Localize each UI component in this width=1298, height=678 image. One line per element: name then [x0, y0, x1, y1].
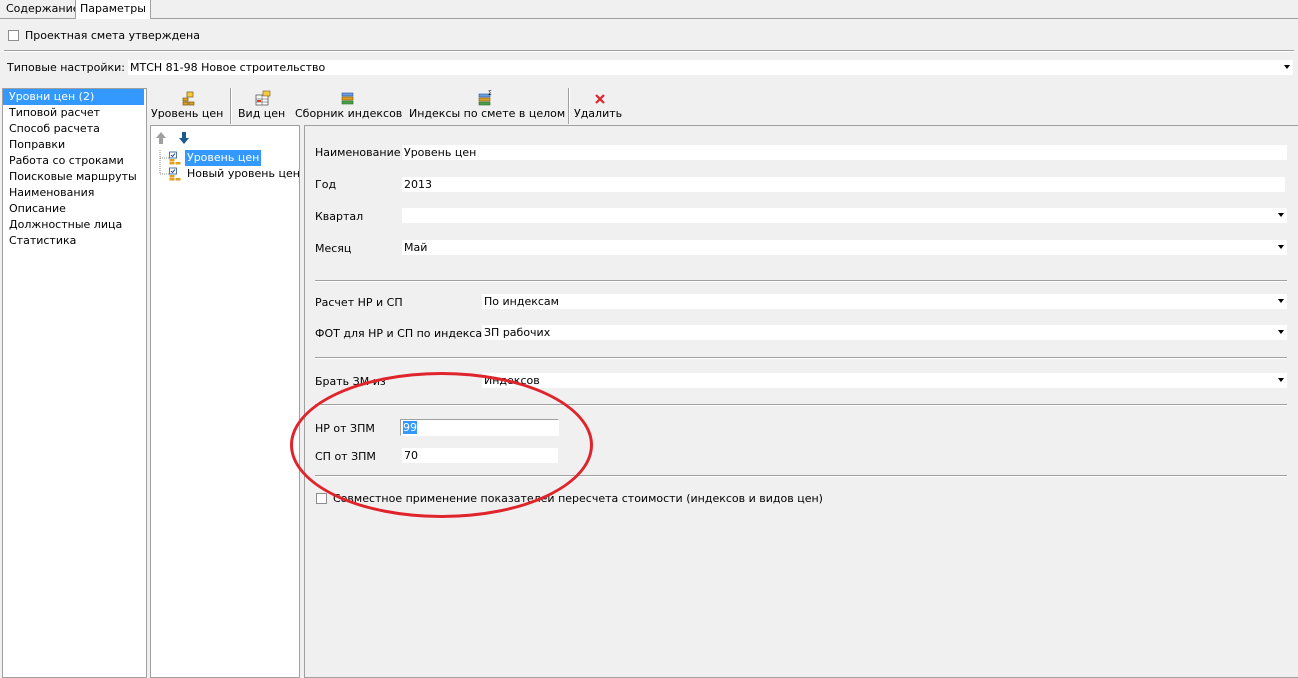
separator: [4, 50, 1294, 52]
take-zm-combo[interactable]: Индексов: [482, 373, 1287, 388]
combined-row: Совместное применение показателей пересч…: [316, 492, 823, 505]
nav-item-price-levels[interactable]: Уровни цен (2): [3, 89, 144, 105]
index-collection-icon: [341, 92, 354, 105]
price-level-node-icon: [169, 151, 181, 165]
nav-item-typical-calc[interactable]: Типовой расчет: [3, 105, 146, 121]
nr-sp-calc-combo[interactable]: По индексам: [482, 294, 1287, 309]
index-collection-label: Сборник индексов: [295, 107, 403, 120]
month-value: Май: [404, 241, 428, 254]
nav-item-calc-method[interactable]: Способ расчета: [3, 121, 146, 137]
separator: [315, 404, 1287, 406]
nav-item-description[interactable]: Описание: [3, 201, 146, 217]
fot-label: ФОТ для НР и СП по индексам: [315, 327, 491, 340]
nr-zpm-value: 99: [403, 421, 417, 434]
nav-item-corrections[interactable]: Поправки: [3, 137, 146, 153]
nav-item-statistics[interactable]: Статистика: [3, 233, 146, 249]
month-label: Месяц: [315, 242, 352, 255]
typical-settings-value: МТСН 81-98 Новое строительство: [130, 61, 326, 74]
fot-combo[interactable]: ЗП рабочих: [482, 325, 1287, 340]
quarter-combo[interactable]: [402, 208, 1287, 223]
tree-node-price-level[interactable]: Уровень цен: [169, 150, 262, 166]
index-collection-button[interactable]: Сборник индексов: [295, 88, 403, 124]
nr-sp-calc-value: По индексам: [484, 295, 559, 308]
settings-nav: Уровни цен (2) Типовой расчет Способ рас…: [2, 88, 147, 678]
move-up-icon[interactable]: [155, 131, 167, 145]
sp-zpm-label: СП от ЗПМ: [315, 450, 376, 463]
price-level-node-icon: [169, 167, 181, 181]
approved-checkbox[interactable]: [8, 30, 19, 41]
combined-checkbox[interactable]: [316, 493, 327, 504]
tab-parameters[interactable]: Параметры: [75, 0, 151, 19]
chevron-down-icon: [1278, 330, 1284, 334]
fot-value: ЗП рабочих: [484, 326, 551, 339]
nav-item-officials[interactable]: Должностные лица: [3, 217, 146, 233]
typical-settings-label: Типовые настройки:: [7, 61, 125, 74]
approved-label: Проектная смета утверждена: [25, 29, 200, 42]
nav-item-rows[interactable]: Работа со строками: [3, 153, 146, 169]
approved-row: Проектная смета утверждена: [8, 29, 200, 42]
price-level-label: Уровень цен: [151, 107, 224, 120]
typical-settings-combo[interactable]: МТСН 81-98 Новое строительство: [128, 60, 1293, 75]
estimate-indexes-icon: Σ: [478, 90, 492, 106]
name-label: Наименование: [315, 146, 401, 159]
svg-text:Σ: Σ: [488, 90, 492, 97]
combined-label: Совместное применение показателей пересч…: [333, 492, 823, 505]
estimate-indexes-button[interactable]: Σ Индексы по смете в целом: [409, 88, 566, 124]
year-label: Год: [315, 178, 337, 191]
chevron-down-icon: [1278, 378, 1284, 382]
nr-zpm-input[interactable]: 99: [400, 419, 559, 436]
price-type-button[interactable]: Вид цен: [238, 88, 288, 124]
move-down-icon[interactable]: [178, 131, 190, 145]
delete-button[interactable]: Удалить: [574, 88, 626, 124]
nav-item-search-routes[interactable]: Поисковые маршруты: [3, 169, 146, 185]
month-combo[interactable]: Май: [402, 240, 1287, 255]
delete-icon: [595, 94, 605, 104]
chevron-down-icon: [1278, 299, 1284, 303]
take-zm-value: Индексов: [484, 374, 540, 387]
separator: [315, 357, 1287, 359]
price-level-button[interactable]: Уровень цен: [151, 88, 227, 124]
quarter-label: Квартал: [315, 210, 364, 223]
nr-sp-calc-label: Расчет НР и СП: [315, 296, 403, 309]
price-level-icon: [182, 91, 195, 106]
take-zm-label: Брать ЗМ из: [315, 375, 386, 388]
price-type-label: Вид цен: [238, 107, 286, 120]
nav-item-names[interactable]: Наименования: [3, 185, 146, 201]
year-input[interactable]: 2013: [402, 177, 1285, 192]
delete-label: Удалить: [574, 107, 623, 120]
chevron-down-icon: [1278, 245, 1284, 249]
chevron-down-icon: [1284, 65, 1290, 69]
tree-node-label: Уровень цен: [185, 150, 262, 166]
nr-zpm-label: НР от ЗПМ: [315, 422, 375, 435]
toolbar-separator: [568, 88, 570, 124]
toolbar-separator: [230, 88, 232, 124]
chevron-down-icon: [1278, 213, 1284, 217]
tab-bar: Содержание Параметры: [0, 0, 1298, 19]
price-type-icon: [255, 90, 271, 106]
separator: [315, 475, 1287, 477]
separator: [315, 280, 1287, 282]
tree-node-label: Новый уровень цен: [187, 167, 300, 180]
tree-node-new-price-level[interactable]: Новый уровень цен: [169, 166, 302, 182]
name-input[interactable]: Уровень цен: [402, 145, 1287, 160]
tab-contents[interactable]: Содержание: [2, 0, 84, 17]
sp-zpm-input[interactable]: 70: [402, 448, 558, 463]
price-level-tree: Уровень цен Новый уровень цен: [150, 125, 300, 678]
estimate-indexes-label: Индексы по смете в целом: [409, 107, 566, 120]
